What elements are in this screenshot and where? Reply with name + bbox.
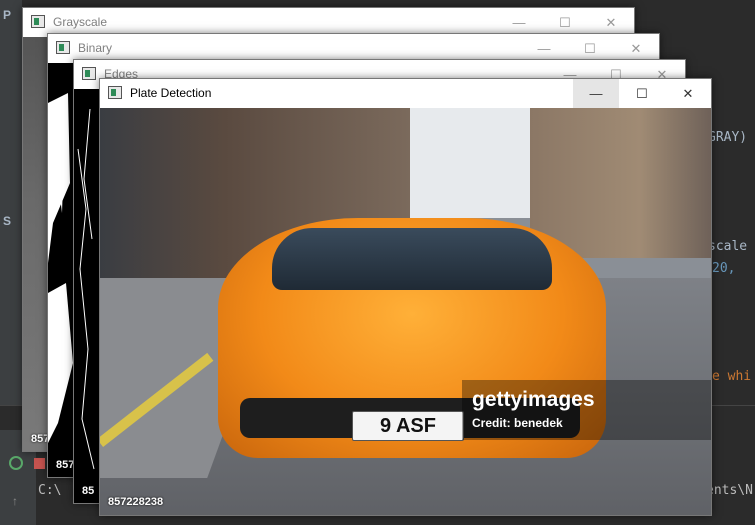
window-title: Grayscale <box>53 15 108 29</box>
watermark-credit: Credit: benedek <box>472 416 563 430</box>
window-title: Plate Detection <box>130 86 212 100</box>
code-fragment: GRAY) <box>708 130 748 145</box>
opencv-window-icon <box>82 67 96 80</box>
code-fragment: e whi <box>712 369 752 384</box>
car-windshield <box>272 228 552 290</box>
title-bar[interactable]: Plate Detection — ☐ ✕ <box>100 79 711 108</box>
license-plate: 9 ASF <box>352 411 464 441</box>
stop-icon[interactable] <box>34 458 45 469</box>
close-button[interactable]: ✕ <box>665 79 711 108</box>
plate-detection-window[interactable]: Plate Detection — ☐ ✕ 9 ASF gettyimages … <box>99 78 712 516</box>
code-fragment: 20, <box>712 261 744 276</box>
image-overlay-number: 857228238 <box>108 496 164 508</box>
arrow-up-icon[interactable]: ↑ <box>12 494 18 508</box>
rerun-icon[interactable] <box>9 456 23 470</box>
car-photo: 9 ASF gettyimages Credit: benedek 857228… <box>100 108 711 515</box>
window-title: Binary <box>78 41 113 55</box>
image-overlay-number: 857 <box>56 459 75 471</box>
buildings-right <box>530 108 711 258</box>
terminal-prompt: C:\ <box>38 483 62 498</box>
watermark-logo: gettyimages <box>472 388 595 411</box>
maximize-button[interactable]: ☐ <box>619 79 665 108</box>
terminal-text: ents\N <box>706 483 753 498</box>
opencv-window-icon <box>31 15 45 28</box>
watermark: gettyimages Credit: benedek <box>462 380 711 440</box>
image-overlay-number: 85 <box>82 485 95 497</box>
minimize-button[interactable]: — <box>573 79 619 108</box>
sky <box>400 108 540 218</box>
code-fragment: scale <box>708 239 748 254</box>
opencv-window-icon <box>56 41 70 54</box>
tool-tab-project[interactable]: P <box>3 8 11 22</box>
opencv-window-icon <box>108 86 122 99</box>
tool-tab-structure[interactable]: S <box>3 214 11 228</box>
